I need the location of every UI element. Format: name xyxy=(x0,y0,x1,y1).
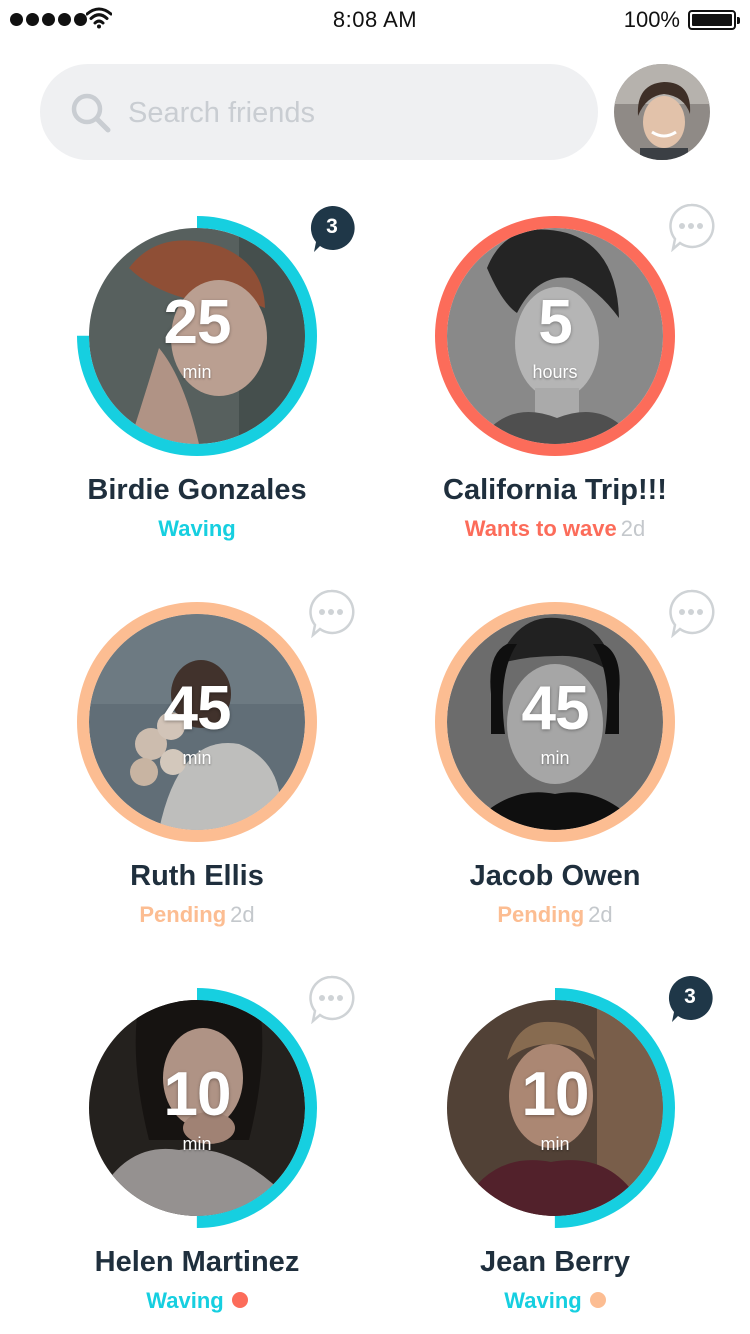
chat-bubble-icon[interactable] xyxy=(666,588,716,638)
badge-count: 3 xyxy=(326,215,338,238)
friend-name: Helen Martinez xyxy=(94,1246,300,1278)
time-remaining-value: 5 xyxy=(538,288,572,357)
chat-bubble-icon[interactable] xyxy=(666,202,716,252)
friend-status: Waving xyxy=(60,516,334,542)
time-remaining-value: 25 xyxy=(163,288,232,357)
status-age: 2d xyxy=(230,902,255,927)
time-remaining-unit: min xyxy=(540,1134,570,1154)
friend-status: Pending 2d xyxy=(418,902,692,928)
status-bar: 8:08 AM 100% xyxy=(0,0,750,40)
search-input[interactable] xyxy=(128,86,568,140)
time-remaining-unit: hours xyxy=(532,362,578,382)
friend-card[interactable]: 45 min Jacob Owen Pending 2d xyxy=(418,589,750,942)
time-remaining-unit: min xyxy=(182,1134,212,1154)
friend-card[interactable]: 10 min 3 Jean Berry Waving xyxy=(418,975,750,1328)
friend-name: Jacob Owen xyxy=(469,860,641,892)
chat-bubble-icon[interactable] xyxy=(306,974,356,1024)
status-age: 2d xyxy=(620,516,646,541)
battery-percentage: 100% xyxy=(623,7,680,32)
friend-card[interactable]: 25 min 3 Birdie Gonzales Waving xyxy=(60,205,418,556)
time-remaining-value: 45 xyxy=(521,674,590,743)
friend-status: Waving xyxy=(418,1288,692,1314)
status-dot xyxy=(589,1292,606,1308)
battery-icon xyxy=(688,10,740,30)
unread-count-badge[interactable]: 3 xyxy=(308,204,358,254)
friend-status: Waving xyxy=(60,1288,334,1314)
friend-name: Jean Berry xyxy=(480,1246,630,1278)
status-dot xyxy=(231,1292,248,1308)
status-label: Waving xyxy=(158,516,236,541)
badge-count: 3 xyxy=(684,985,696,1008)
friend-status: Wants to wave 2d xyxy=(418,516,692,542)
friend-card[interactable]: 5 hours California Trip!!! Wants to wave 2d xyxy=(418,203,750,556)
status-age: 2d xyxy=(588,902,613,927)
time-remaining-value: 10 xyxy=(521,1060,590,1129)
status-label: Wants to wave xyxy=(464,516,617,541)
search-icon xyxy=(71,93,111,133)
friend-name: Birdie Gonzales xyxy=(87,474,307,506)
status-label: Pending xyxy=(497,902,585,927)
chat-bubble-icon[interactable] xyxy=(306,588,356,638)
friend-status: Pending 2d xyxy=(60,902,334,928)
time-remaining-value: 10 xyxy=(163,1060,232,1129)
friend-name: Ruth Ellis xyxy=(130,860,264,892)
time-remaining-value: 45 xyxy=(163,674,232,743)
time-remaining-unit: min xyxy=(182,748,212,768)
avatar[interactable] xyxy=(614,64,710,160)
unread-count-badge[interactable]: 3 xyxy=(666,974,716,1024)
status-label: Waving xyxy=(504,1288,582,1313)
status-label: Pending xyxy=(139,902,227,927)
friend-name: California Trip!!! xyxy=(443,474,667,506)
time-remaining-unit: min xyxy=(540,748,570,768)
status-label: Waving xyxy=(146,1288,224,1313)
friend-card[interactable]: 45 min Ruth Ellis Pending 2d xyxy=(60,589,418,942)
friend-card[interactable]: 10 min Helen Martinez Waving xyxy=(60,975,418,1328)
time-remaining-unit: min xyxy=(182,362,212,382)
